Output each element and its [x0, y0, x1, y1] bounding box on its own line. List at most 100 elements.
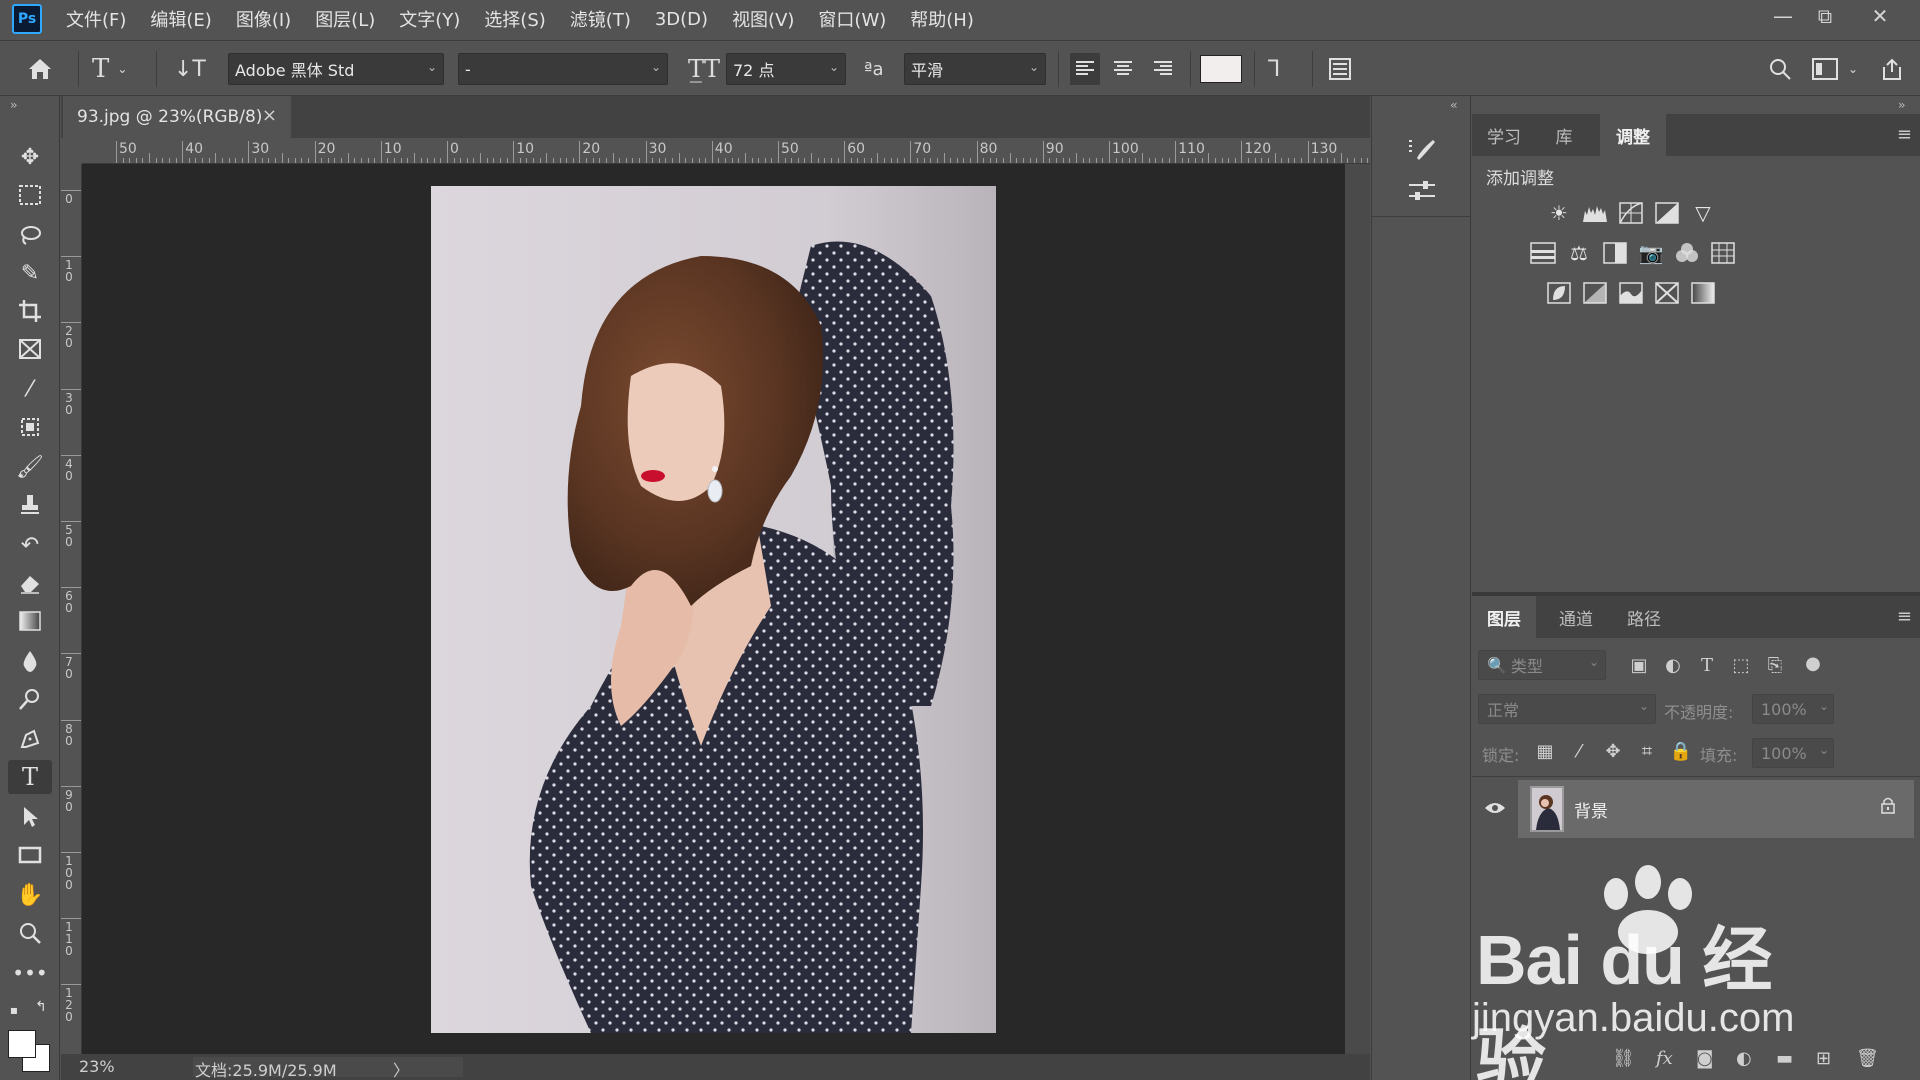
- edit-toolbar-button[interactable]: •••: [8, 956, 52, 990]
- channel-mixer-button[interactable]: [1672, 238, 1702, 268]
- properties-panel-button[interactable]: [1400, 174, 1444, 208]
- opacity-input[interactable]: 100% ⌄: [1752, 694, 1834, 724]
- layer-row-background[interactable]: 背景: [1518, 780, 1914, 838]
- antialias-select[interactable]: 平滑 ⌄: [904, 53, 1046, 85]
- menu-layer[interactable]: 图层(L): [315, 6, 375, 32]
- blend-mode-select[interactable]: 正常 ⌄: [1478, 694, 1656, 724]
- menu-view[interactable]: 视图(V): [732, 6, 794, 32]
- collapse-panel-icon[interactable]: ‹‹: [1450, 98, 1457, 112]
- layer-filter-select[interactable]: 🔍 类型 ⌄: [1478, 650, 1606, 680]
- close-tab-button[interactable]: ×: [262, 105, 277, 126]
- menu-file[interactable]: 文件(F): [66, 6, 126, 32]
- tab-channels[interactable]: 通道: [1544, 596, 1608, 638]
- healing-brush-tool[interactable]: [8, 410, 52, 444]
- status-menu-arrow[interactable]: 〉: [393, 1057, 409, 1080]
- curves-button[interactable]: [1616, 198, 1646, 228]
- rectangle-tool[interactable]: [8, 838, 52, 872]
- fill-input[interactable]: 100% ⌄: [1752, 738, 1834, 768]
- hand-tool[interactable]: ✋: [8, 878, 52, 912]
- dodge-tool[interactable]: [8, 682, 52, 716]
- align-left-button[interactable]: [1070, 53, 1100, 85]
- filter-toggle-button[interactable]: ●: [1800, 650, 1826, 676]
- blur-tool[interactable]: [8, 644, 52, 678]
- align-center-button[interactable]: [1108, 53, 1138, 85]
- quick-selection-tool[interactable]: ✎: [8, 256, 52, 290]
- eyedropper-tool[interactable]: ⁄: [8, 372, 52, 406]
- crop-tool[interactable]: [8, 294, 52, 328]
- color-balance-button[interactable]: ⚖: [1564, 238, 1594, 268]
- zoom-tool[interactable]: [8, 916, 52, 950]
- color-lookup-button[interactable]: [1708, 238, 1738, 268]
- frame-tool[interactable]: [8, 332, 52, 366]
- lock-artboard-button[interactable]: ⌗: [1634, 738, 1660, 764]
- default-colors-button[interactable]: ▪: [4, 1000, 24, 1020]
- lasso-tool[interactable]: [8, 218, 52, 252]
- font-family-select[interactable]: Adobe 黑体 Std ⌄: [228, 53, 444, 85]
- hue-saturation-button[interactable]: [1528, 238, 1558, 268]
- delete-layer-button[interactable]: 🗑: [1856, 1048, 1879, 1069]
- workspace-button[interactable]: ⌄: [1812, 53, 1858, 85]
- layer-name[interactable]: 背景: [1574, 797, 1608, 822]
- filter-type-layers-button[interactable]: T: [1694, 652, 1720, 678]
- search-button[interactable]: [1768, 53, 1792, 85]
- tab-layers[interactable]: 图层: [1472, 596, 1536, 638]
- move-tool[interactable]: ✥: [8, 140, 52, 174]
- layer-lock-icon[interactable]: [1880, 796, 1896, 819]
- brightness-contrast-button[interactable]: ☀: [1544, 198, 1574, 228]
- black-white-button[interactable]: [1600, 238, 1630, 268]
- filter-shape-layers-button[interactable]: ⬚: [1728, 652, 1754, 678]
- menu-help[interactable]: 帮助(H): [910, 6, 974, 32]
- align-right-button[interactable]: [1148, 53, 1178, 85]
- filter-adjustment-layers-button[interactable]: ◐: [1660, 652, 1686, 678]
- vibrance-button[interactable]: ▽: [1688, 198, 1718, 228]
- menu-edit[interactable]: 编辑(E): [150, 6, 211, 32]
- menu-window[interactable]: 窗口(W): [818, 6, 886, 32]
- character-panel-button[interactable]: [1328, 53, 1352, 85]
- layer-visibility-toggle[interactable]: [1484, 799, 1506, 820]
- document-tab[interactable]: 93.jpg @ 23%(RGB/8) ×: [63, 96, 291, 138]
- type-tool-preset-button[interactable]: T ⌄: [92, 53, 127, 85]
- foreground-color-swatch[interactable]: [8, 1030, 36, 1058]
- restore-button[interactable]: ⧉: [1805, 0, 1845, 32]
- menu-filter[interactable]: 滤镜(T): [570, 6, 631, 32]
- exposure-button[interactable]: [1652, 198, 1682, 228]
- lock-all-button[interactable]: 🔒: [1668, 738, 1694, 764]
- path-selection-tool[interactable]: [8, 800, 52, 834]
- menu-select[interactable]: 选择(S): [484, 6, 545, 32]
- horizontal-ruler[interactable]: 50 40 30 20 10 0 10 20 30 40 50 60 70 80 90 100 110 120 13…: [82, 138, 1370, 164]
- menu-type[interactable]: 文字(Y): [399, 6, 460, 32]
- text-color-swatch[interactable]: [1200, 55, 1242, 83]
- zoom-level[interactable]: 23%: [79, 1057, 115, 1076]
- tab-adjustments[interactable]: 调整: [1600, 114, 1666, 156]
- share-button[interactable]: [1880, 53, 1904, 85]
- posterize-button[interactable]: [1580, 278, 1610, 308]
- font-size-select[interactable]: 72 点 ⌄: [726, 53, 846, 85]
- expand-panel-icon[interactable]: ››: [1898, 98, 1905, 112]
- marquee-tool[interactable]: [8, 178, 52, 212]
- swap-colors-button[interactable]: ↰: [30, 996, 52, 1018]
- home-button[interactable]: [26, 53, 54, 85]
- photo-filter-button[interactable]: 📷: [1636, 238, 1666, 268]
- lock-position-button[interactable]: ✥: [1600, 738, 1626, 764]
- ruler-origin[interactable]: [61, 138, 82, 164]
- panel-menu-icon[interactable]: ≡: [1897, 124, 1912, 145]
- brush-tool[interactable]: 🖌: [8, 450, 52, 484]
- gradient-tool[interactable]: [8, 604, 52, 638]
- vertical-ruler[interactable]: 0 1 0 2 0 3 0 4 0 5 0 6 0 7 0 8 0 9 0 1 0 0 1 1 0 1 …: [61, 164, 82, 1054]
- filter-smart-objects-button[interactable]: ⎘: [1762, 652, 1788, 678]
- selective-color-button[interactable]: [1652, 278, 1682, 308]
- lock-transparent-pixels-button[interactable]: ▦: [1532, 738, 1558, 764]
- minimize-button[interactable]: —: [1763, 0, 1803, 32]
- warp-text-button[interactable]: Ꞁ: [1268, 53, 1280, 85]
- expand-panel-icon[interactable]: ››: [10, 98, 17, 112]
- menu-3d[interactable]: 3D(D): [655, 9, 708, 30]
- tab-learn[interactable]: 学习: [1472, 114, 1536, 156]
- brush-settings-panel-button[interactable]: [1400, 132, 1444, 166]
- menu-image[interactable]: 图像(I): [236, 6, 291, 32]
- clone-stamp-tool[interactable]: [8, 488, 52, 522]
- font-style-select[interactable]: - ⌄: [458, 53, 668, 85]
- eraser-tool[interactable]: [8, 566, 52, 600]
- type-tool[interactable]: T: [8, 760, 52, 794]
- panel-menu-icon[interactable]: ≡: [1897, 606, 1912, 627]
- invert-button[interactable]: [1544, 278, 1574, 308]
